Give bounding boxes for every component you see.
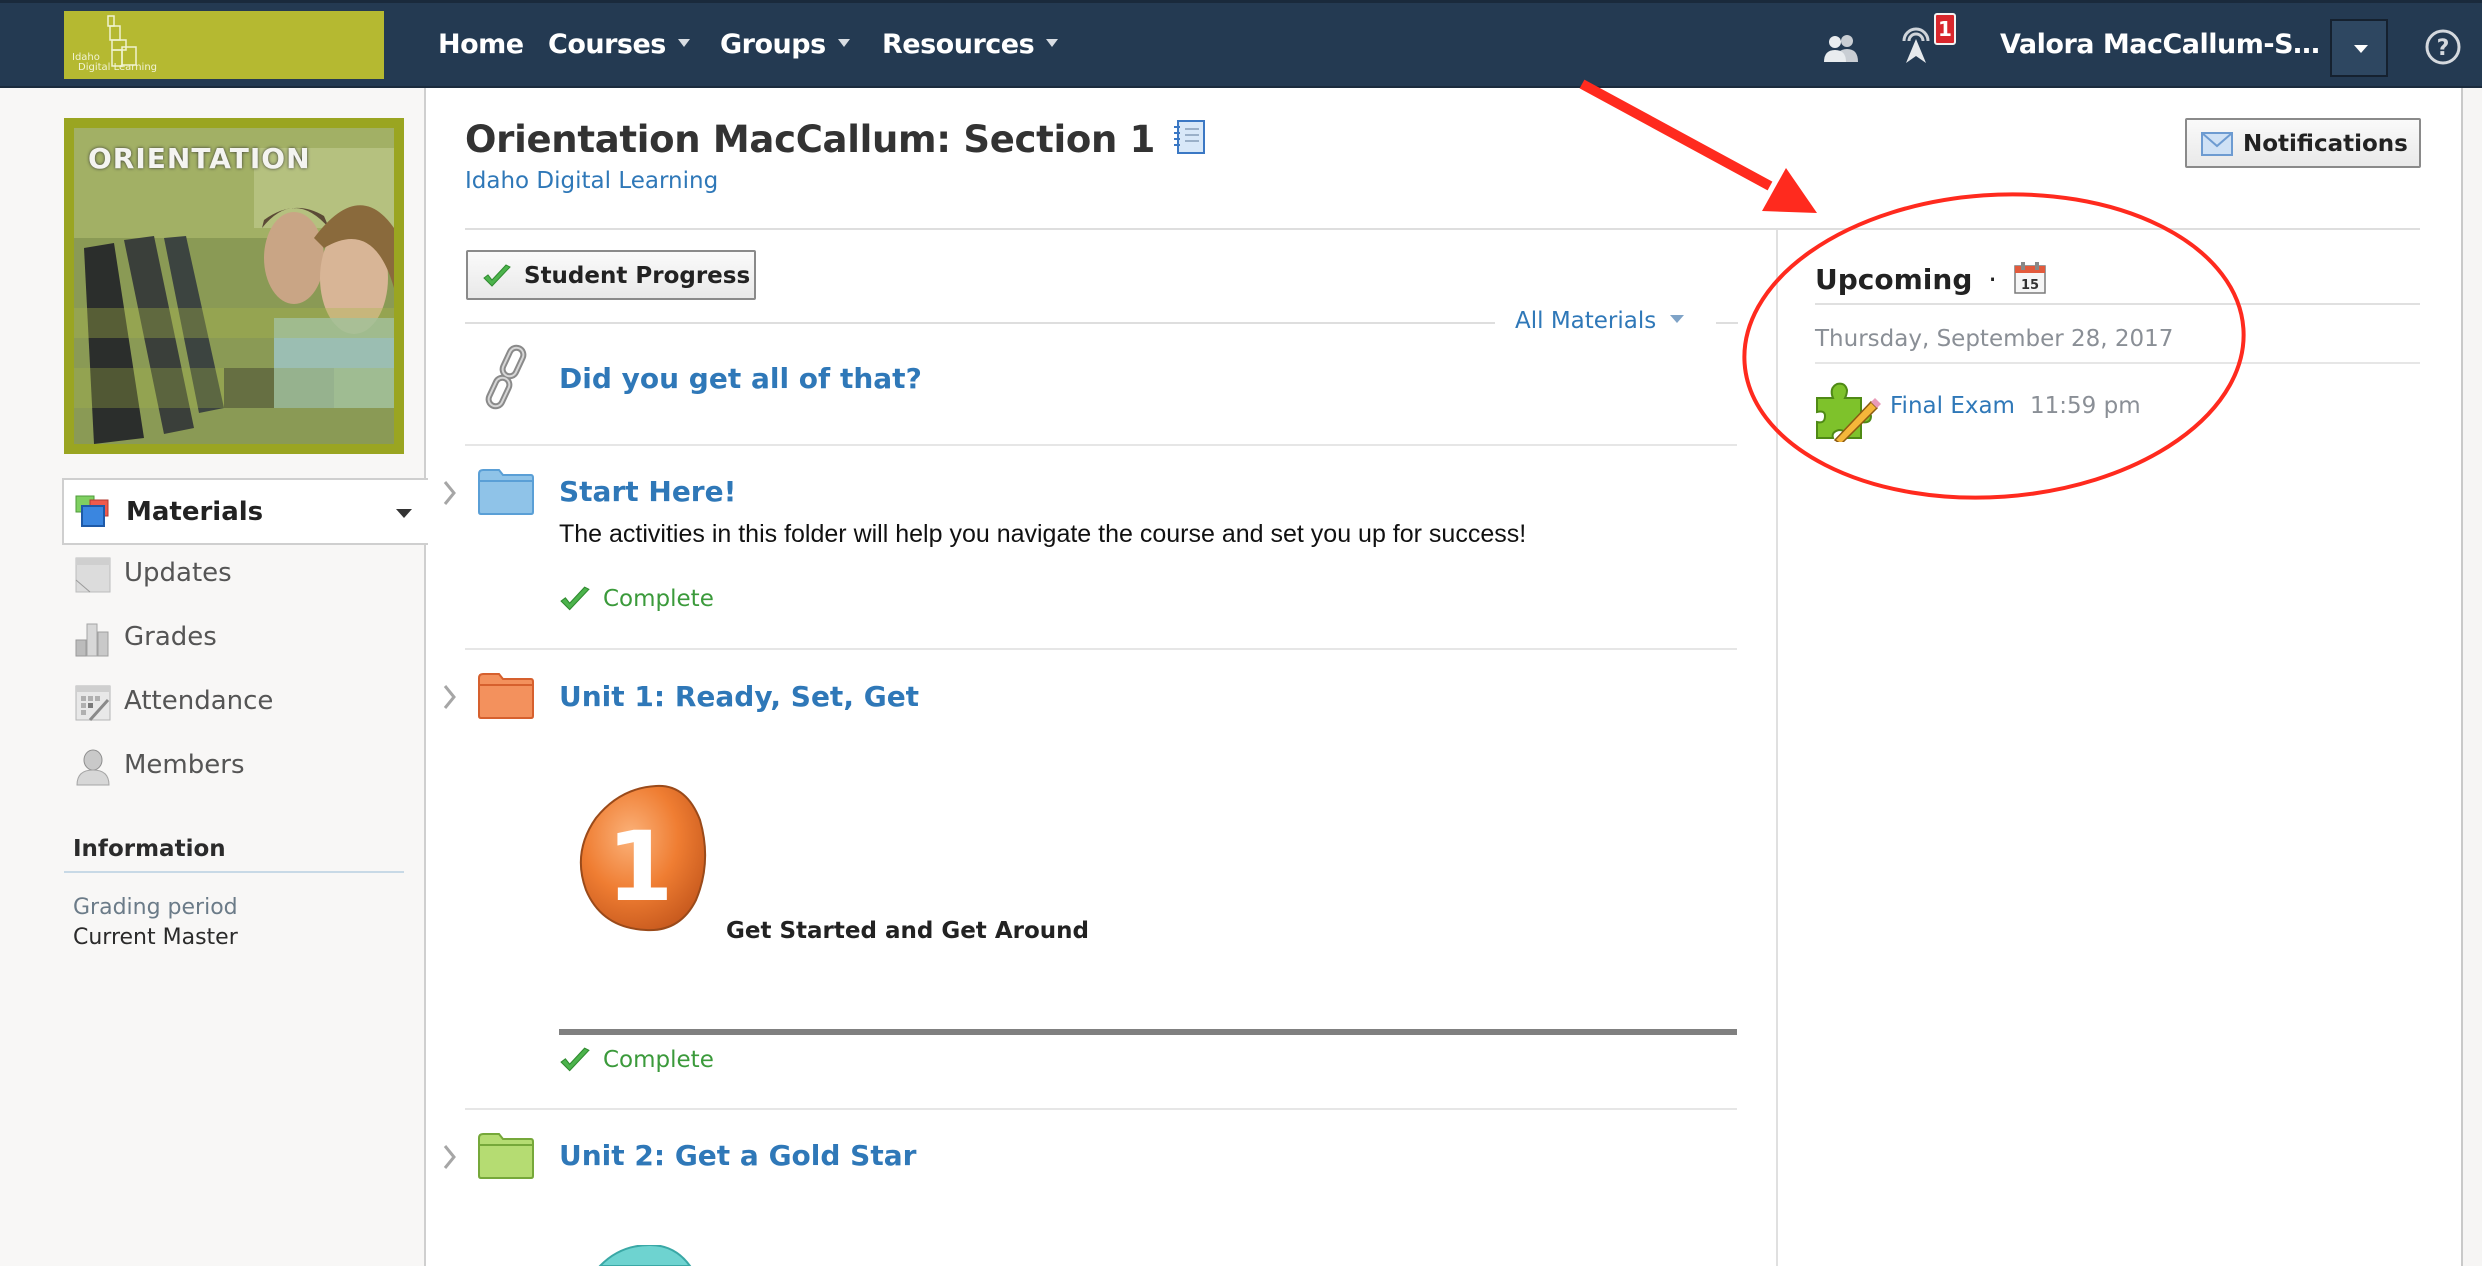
expand-chevron-icon[interactable] (440, 478, 460, 508)
course-notebook-icon[interactable] (1172, 118, 1206, 156)
expand-chevron-icon[interactable] (440, 1142, 460, 1172)
unit-banner-underline (559, 1029, 1737, 1035)
user-name-menu[interactable]: Valora MacCallum-S… (2000, 29, 2320, 60)
course-image: ORIENTATION (64, 118, 404, 454)
row-divider (465, 1108, 1737, 1110)
sidebar-item-label: Members (124, 750, 245, 780)
course-photo-illustration (74, 128, 394, 444)
folder-icon (478, 469, 534, 515)
notifications-button[interactable]: Notifications (2185, 118, 2421, 168)
nav-groups[interactable]: Groups (720, 29, 850, 60)
completion-status: Complete (559, 1047, 714, 1081)
help-icon[interactable]: ? (2424, 27, 2462, 71)
checkmark-icon (560, 586, 590, 611)
material-title[interactable]: Start Here! (559, 475, 736, 508)
checkmark-icon (560, 1047, 590, 1072)
material-title[interactable]: Did you get all of that? (559, 362, 922, 395)
material-title[interactable]: Unit 2: Get a Gold Star (559, 1139, 916, 1172)
folder-icon (478, 673, 534, 719)
notification-count-badge[interactable]: 1 (1934, 13, 1956, 45)
unit-number-badge-icon (598, 1245, 692, 1266)
updates-icon (75, 557, 111, 593)
chevron-down-icon (1670, 314, 1685, 323)
title-divider (465, 228, 2420, 230)
school-link[interactable]: Idaho Digital Learning (465, 168, 718, 194)
completion-status: Complete (559, 586, 714, 620)
sidebar-item-label: Grades (124, 622, 217, 652)
members-icon (76, 749, 110, 786)
people-icon[interactable] (1822, 33, 1862, 67)
material-description: The activities in this folder will help … (559, 520, 1527, 548)
calendar-day: 15 (2021, 278, 2039, 293)
unit-banner-caption: Get Started and Get Around (726, 918, 1089, 944)
upcoming-heading: Upcoming · 15 (1815, 261, 2047, 296)
sidebar-item-label: Updates (124, 558, 232, 588)
row-divider (465, 444, 1737, 446)
chevron-down-icon (677, 38, 690, 47)
page-right-gutter (2461, 88, 2482, 1266)
envelope-icon (2201, 132, 2233, 156)
materials-icon (75, 495, 109, 527)
expand-chevron-icon[interactable] (440, 682, 460, 712)
unit-number: 1 (607, 811, 674, 923)
upcoming-date: Thursday, September 28, 2017 (1815, 326, 2174, 352)
annotation-arrow-shaft (1579, 79, 1773, 191)
grading-period-label: Grading period (73, 895, 238, 920)
folder-icon (478, 1133, 534, 1179)
upcoming-date-divider (1815, 362, 2420, 364)
all-materials-filter-dropdown[interactable]: All Materials (1515, 308, 1685, 334)
nav-home[interactable]: Home (438, 29, 524, 60)
chevron-down-icon (837, 38, 850, 47)
calendar-icon[interactable]: 15 (2013, 261, 2047, 295)
nav-courses[interactable]: Courses (548, 29, 690, 60)
information-heading: Information (73, 836, 226, 862)
idaho-digital-learning-logo[interactable]: Idaho Digital Learning (64, 11, 384, 79)
annotation-arrow-head (1762, 168, 1817, 213)
filter-divider-left (465, 322, 1495, 324)
checkmark-icon (483, 264, 511, 287)
column-divider (1776, 230, 1778, 1266)
material-title[interactable]: Unit 1: Ready, Set, Get (559, 680, 919, 713)
attendance-icon (75, 685, 111, 722)
nav-resources[interactable]: Resources (882, 29, 1059, 60)
information-divider (64, 871, 404, 873)
row-divider (465, 648, 1737, 650)
sidebar-item-label: Materials (126, 497, 264, 527)
broadcast-icon[interactable] (1898, 25, 1934, 69)
caret-down-icon[interactable] (396, 509, 412, 518)
chevron-down-icon (1046, 38, 1059, 47)
sidebar-item-label: Attendance (124, 686, 274, 716)
link-chain-icon (485, 344, 527, 410)
logo-text: Idaho Digital Learning (72, 52, 158, 73)
unit-number-badge-icon: 1 (579, 784, 707, 932)
top-navigation-bar: Idaho Digital Learning Home Courses Grou… (0, 0, 2482, 88)
course-image-title: ORIENTATION (88, 142, 311, 175)
svg-text:?: ? (2437, 36, 2450, 61)
filter-divider-right (1716, 322, 1738, 324)
assessment-puzzle-icon (1816, 382, 1881, 442)
upcoming-event-link[interactable]: Final Exam (1890, 393, 2015, 419)
sidebar-item-materials[interactable]: Materials (62, 478, 428, 545)
student-progress-button[interactable]: Student Progress (466, 250, 756, 300)
upcoming-divider (1815, 303, 2420, 305)
upcoming-event-time: 11:59 pm (2030, 393, 2141, 419)
user-menu-dropdown-button[interactable] (2330, 19, 2388, 77)
grading-period-value: Current Master (73, 925, 238, 950)
page-title: Orientation MacCallum: Section 1 (465, 118, 1206, 161)
grades-icon (75, 623, 109, 657)
